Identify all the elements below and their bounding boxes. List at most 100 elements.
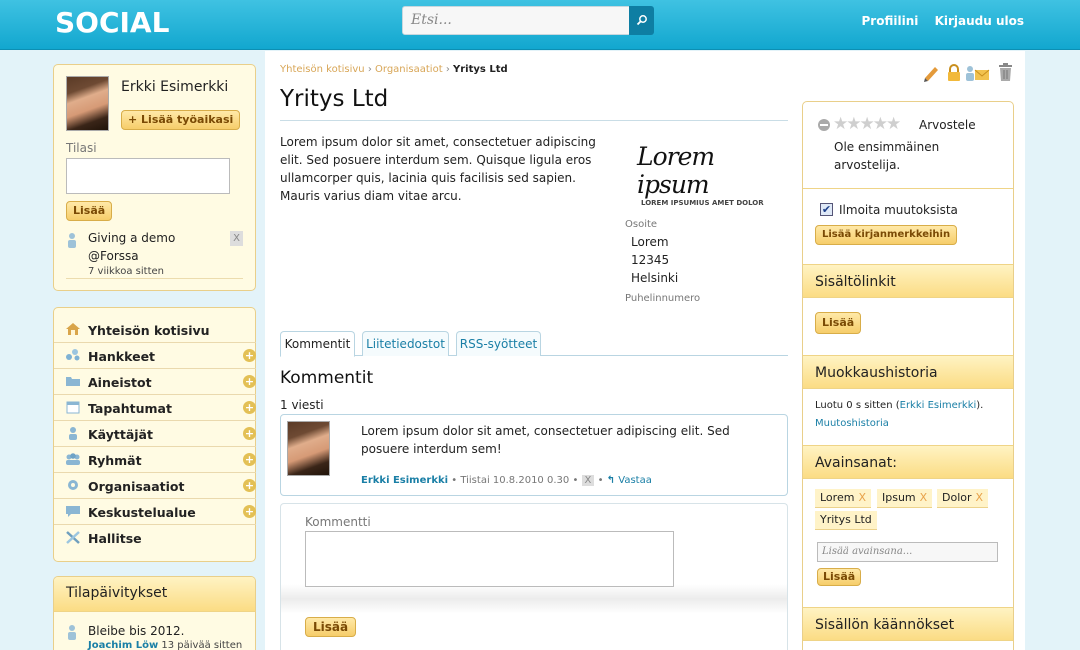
comments-count: 1 viesti: [280, 398, 324, 412]
status-update-text: Bleibe bis 2012.: [88, 624, 185, 638]
tag-chip[interactable]: Dolor X: [937, 489, 989, 508]
sidebar-item-materials[interactable]: Aineistot +: [54, 369, 256, 395]
tag-chip[interactable]: Yritys Ltd: [815, 511, 877, 530]
tools-icon: [66, 531, 80, 544]
lock-icon[interactable]: [947, 64, 961, 82]
tag-remove[interactable]: X: [920, 491, 928, 504]
tag-label: Lorem: [820, 491, 855, 504]
sidebar-item-label: Organisaatiot: [88, 479, 185, 494]
user-avatar[interactable]: [66, 76, 109, 131]
comment-remove-button[interactable]: X: [581, 475, 595, 486]
search-input[interactable]: Etsi...: [402, 6, 630, 35]
tag-label: Yritys Ltd: [820, 513, 872, 526]
address-line2: 12345: [631, 253, 670, 267]
tab-bar: Kommentit Liitetiedostot RSS-syötteet: [280, 331, 788, 357]
sidebar-item-events[interactable]: Tapahtumat +: [54, 395, 256, 421]
comment-author[interactable]: Erkki Esimerkki: [361, 475, 448, 486]
history-header: Muokkaushistoria: [803, 355, 1013, 389]
history-link[interactable]: Muutoshistoria: [815, 418, 889, 429]
add-icon[interactable]: +: [243, 479, 256, 492]
breadcrumb-home[interactable]: Yhteisön kotisivu: [280, 64, 365, 75]
divider: [66, 278, 243, 279]
logout-link[interactable]: Kirjaudu ulos: [935, 14, 1024, 28]
tab-attachments[interactable]: Liitetiedostot: [362, 331, 449, 356]
sidebar-item-users[interactable]: Käyttäjät +: [54, 421, 256, 447]
tag-input[interactable]: Lisää avainsana...: [817, 542, 998, 562]
rating-stars[interactable]: ★★★★★: [833, 114, 901, 134]
page-title: Yritys Ltd: [280, 86, 389, 112]
sidebar-item-admin[interactable]: Hallitse: [54, 525, 256, 551]
comment-separator: •: [572, 475, 579, 486]
address-line3: Helsinki: [631, 271, 679, 285]
divider: [803, 188, 1013, 189]
status-add-button[interactable]: Lisää: [66, 201, 113, 221]
content-links-header: Sisältölinkit: [803, 264, 1013, 298]
comment-form-label: Kommentti: [305, 515, 371, 529]
profile-link[interactable]: Profiilini: [862, 14, 919, 28]
delete-icon[interactable]: [997, 62, 1014, 82]
rating-widget[interactable]: ★★★★★: [817, 114, 917, 134]
bookmark-button[interactable]: Lisää kirjanmerkkeihin: [815, 225, 958, 245]
add-icon[interactable]: +: [243, 349, 256, 362]
tab-rss[interactable]: RSS-syötteet: [456, 331, 541, 356]
user-icon: [68, 233, 76, 248]
rating-clear-icon[interactable]: [817, 118, 831, 132]
sidebar-items: Yhteisön kotisivu Hankkeet + Aineistot +…: [54, 317, 257, 557]
add-icon[interactable]: +: [243, 505, 256, 518]
add-worktime-button[interactable]: + Lisää työaikasi: [121, 110, 241, 130]
sidebar-item-forum[interactable]: Keskustelualue +: [54, 499, 256, 525]
company-logo-sub-left: LOREM IPSUMIUS: [641, 199, 710, 207]
status-input[interactable]: [66, 158, 230, 194]
add-icon[interactable]: +: [243, 401, 256, 414]
breadcrumb-separator: ›: [367, 64, 372, 75]
activity-remove-button[interactable]: X: [230, 231, 243, 246]
breadcrumb-section[interactable]: Organisaatiot: [375, 64, 443, 75]
user-name[interactable]: Erkki Esimerkki: [121, 79, 228, 95]
comment-item: Lorem ipsum dolor sit amet, consectetuer…: [280, 414, 788, 496]
history-suffix: ).: [976, 400, 984, 411]
share-icon[interactable]: [964, 64, 990, 82]
activity-place: @Forssa: [88, 249, 139, 263]
status-update-author[interactable]: Joachim Löw: [88, 640, 158, 650]
comment-textarea[interactable]: [305, 531, 674, 587]
status-updates-title: Tilapäivitykset: [66, 585, 168, 601]
sidebar-item-organisations[interactable]: Organisaatiot +: [54, 473, 256, 499]
tag-remove[interactable]: X: [976, 491, 984, 504]
page-description: Lorem ipsum dolor sit amet, consectetuer…: [280, 135, 596, 203]
search-button[interactable]: [629, 6, 654, 35]
activity-time: 7 viikkoa sitten: [88, 266, 164, 277]
title-divider: [280, 120, 788, 121]
phone-label: Puhelinnumero: [625, 293, 701, 304]
sidebar-item-projects[interactable]: Hankkeet +: [54, 343, 256, 369]
tag-chip[interactable]: Lorem X: [815, 489, 871, 508]
translations-header: Sisällön käännökset: [803, 607, 1013, 641]
notify-label[interactable]: Ilmoita muutoksista: [839, 203, 958, 217]
tag-add-button[interactable]: Lisää: [817, 568, 862, 586]
content-links-add-button[interactable]: Lisää: [815, 312, 862, 334]
comment-submit-button[interactable]: Lisää: [305, 617, 357, 637]
sidebar-item-groups[interactable]: Ryhmät +: [54, 447, 256, 473]
gear-icon: [68, 480, 78, 490]
folder-icon: [66, 377, 80, 386]
projects-icon: [66, 349, 80, 361]
rating-label: Arvostele: [919, 118, 976, 132]
history-author[interactable]: Erkki Esimerkki: [900, 400, 977, 411]
add-icon[interactable]: +: [243, 375, 256, 388]
tag-chip[interactable]: Ipsum X: [877, 489, 933, 508]
sidebar-item-home[interactable]: Yhteisön kotisivu: [54, 317, 256, 343]
tab-comments[interactable]: Kommentit: [280, 331, 355, 357]
edit-icon[interactable]: [922, 64, 942, 82]
breadcrumb: Yhteisön kotisivu › Organisaatiot › Yrit…: [280, 64, 508, 75]
tag-remove[interactable]: X: [858, 491, 866, 504]
comment-avatar[interactable]: [287, 421, 330, 476]
reply-link[interactable]: Vastaa: [618, 475, 652, 486]
site-logo[interactable]: SOCIAL: [55, 6, 169, 39]
company-logo-text: Lorem ipsum: [637, 142, 715, 199]
reply-icon: ↰: [606, 475, 616, 486]
add-icon[interactable]: +: [243, 427, 256, 440]
comment-date: Tiistai 10.8.2010 0.30: [460, 475, 570, 486]
user-icon: [69, 427, 77, 440]
notify-checkbox[interactable]: ✔: [820, 203, 833, 216]
sidebar-item-label: Keskustelualue: [88, 505, 196, 520]
add-icon[interactable]: +: [243, 453, 256, 466]
